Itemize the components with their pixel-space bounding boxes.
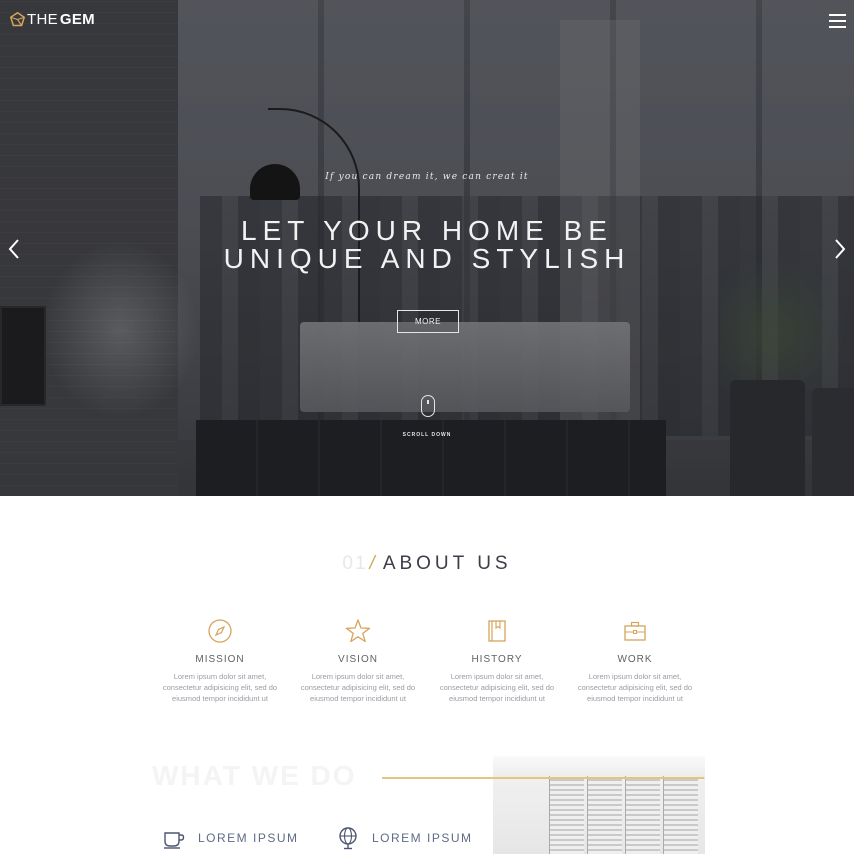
- feature-title: MISSION: [195, 654, 245, 665]
- feature-description: Lorem ipsum dolor sit amet, consectetur …: [565, 671, 705, 704]
- about-section-title: 01/ABOUT US: [0, 553, 854, 575]
- feature-desc-line: consectetur adipisicing elit, sed do: [439, 683, 555, 692]
- section-title-text: ABOUT US: [382, 553, 512, 574]
- photo-window-blind: [625, 776, 660, 854]
- hero-headline: LET YOUR HOME BE UNIQUE AND STYLISH: [0, 217, 854, 273]
- hero-headline-line-1: LET YOUR HOME BE: [241, 215, 613, 246]
- feature-desc-line: eiusmod tempor incididunt ut: [587, 694, 683, 703]
- feature-title: HISTORY: [471, 654, 523, 665]
- logo-text-name: GEM: [59, 11, 95, 28]
- feature-desc-line: eiusmod tempor incididunt ut: [449, 694, 545, 703]
- feature-description: Lorem ipsum dolor sit amet, consectetur …: [288, 671, 428, 704]
- about-features: MISSION Lorem ipsum dolor sit amet, cons…: [150, 618, 706, 718]
- gem-logo-icon: [10, 12, 25, 27]
- feature-desc-line: Lorem ipsum dolor sit amet,: [450, 672, 544, 681]
- hero-tagline: If you can dream it, we can creat it: [325, 172, 529, 182]
- service-item[interactable]: LOREM IPSUM: [336, 826, 473, 850]
- logo-text-prefix: THE: [27, 11, 58, 28]
- hamburger-icon[interactable]: [829, 14, 846, 28]
- compass-icon: [208, 619, 232, 643]
- feature-description: Lorem ipsum dolor sit amet, consectetur …: [427, 671, 567, 704]
- feature-history: HISTORY Lorem ipsum dolor sit amet, cons…: [427, 618, 567, 704]
- feature-desc-line: eiusmod tempor incididunt ut: [310, 694, 406, 703]
- logo[interactable]: THE GEM: [10, 11, 95, 28]
- feature-desc-line: eiusmod tempor incididunt ut: [172, 694, 268, 703]
- photo-window-blind: [663, 776, 698, 854]
- feature-desc-line: Lorem ipsum dolor sit amet,: [173, 672, 267, 681]
- hero-headline-line-2: UNIQUE AND STYLISH: [223, 243, 631, 274]
- section-slash: /: [369, 553, 379, 574]
- book-icon: [488, 620, 506, 642]
- what-we-do-title: WHAT WE DO: [152, 760, 357, 791]
- feature-desc-line: Lorem ipsum dolor sit amet,: [311, 672, 405, 681]
- feature-title: WORK: [617, 654, 653, 665]
- mouse-icon[interactable]: [421, 395, 435, 417]
- service-label: LOREM IPSUM: [372, 831, 473, 845]
- service-label: LOREM IPSUM: [198, 831, 299, 845]
- what-we-do-divider: [382, 777, 704, 779]
- coffee-cup-icon: [164, 832, 185, 849]
- feature-mission: MISSION Lorem ipsum dolor sit amet, cons…: [150, 618, 290, 704]
- feature-description: Lorem ipsum dolor sit amet, consectetur …: [150, 671, 290, 704]
- globe-icon: [339, 827, 357, 850]
- more-button[interactable]: MORE: [397, 310, 459, 333]
- feature-title: VISION: [338, 654, 378, 665]
- briefcase-icon: [624, 621, 646, 641]
- photo-window-blind: [587, 776, 622, 854]
- scroll-down-label[interactable]: SCROLL DOWN: [0, 432, 854, 438]
- feature-work: WORK Lorem ipsum dolor sit amet, consect…: [565, 618, 705, 704]
- feature-vision: VISION Lorem ipsum dolor sit amet, conse…: [288, 618, 428, 704]
- feature-desc-line: consectetur adipisicing elit, sed do: [300, 683, 416, 692]
- feature-desc-line: Lorem ipsum dolor sit amet,: [588, 672, 682, 681]
- feature-desc-line: consectetur adipisicing elit, sed do: [162, 683, 278, 692]
- star-icon: [345, 619, 371, 643]
- interior-photo: [493, 756, 705, 854]
- service-item[interactable]: LOREM IPSUM: [162, 826, 299, 850]
- photo-window-blind: [549, 776, 584, 854]
- section-number: 01: [342, 553, 368, 574]
- feature-desc-line: consectetur adipisicing elit, sed do: [577, 683, 693, 692]
